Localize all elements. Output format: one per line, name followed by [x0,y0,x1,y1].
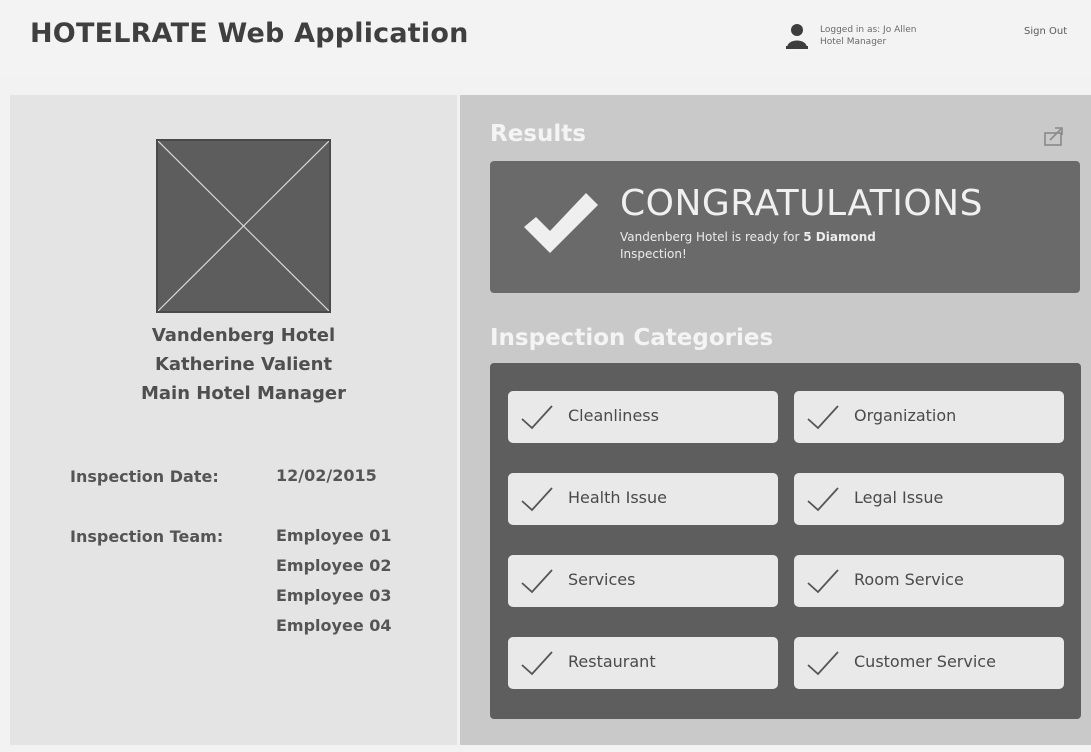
image-placeholder-icon [156,139,331,313]
check-icon [521,569,553,594]
category-restaurant[interactable]: Restaurant [508,637,778,689]
category-label: Health Issue [568,488,667,507]
team-member: Employee 02 [276,556,392,575]
category-health-issue[interactable]: Health Issue [508,473,778,525]
category-label: Customer Service [854,652,996,671]
category-room-service[interactable]: Room Service [794,555,1064,607]
team-member: Employee 01 [276,526,392,545]
check-icon [524,193,598,253]
inspection-team-list: Employee 01 Employee 02 Employee 03 Empl… [276,521,392,641]
check-icon [807,651,839,676]
category-customer-service[interactable]: Customer Service [794,637,1064,689]
category-services[interactable]: Services [508,555,778,607]
congratulations-headline: CONGRATULATIONS [620,183,983,224]
manager-name: Katherine Valient [154,354,333,375]
check-icon [807,487,839,512]
category-legal-issue[interactable]: Legal Issue [794,473,1064,525]
categories-box: Cleanliness Organization Health Issue Le… [490,363,1081,719]
category-organization[interactable]: Organization [794,391,1064,443]
category-label: Room Service [854,570,964,589]
category-label: Legal Issue [854,488,944,507]
results-title: Results [490,121,586,147]
user-role-line: Hotel Manager [820,37,887,47]
message-prefix: Vandenberg Hotel is ready for [620,230,804,244]
manager-title: Main Hotel Manager [141,383,346,404]
top-header: HOTELRATE Web Application Logged in as: … [0,0,1091,78]
message-bold: 5 Diamond [803,230,876,244]
app-title: HOTELRATE Web Application [30,18,469,49]
check-icon [807,405,839,430]
category-label: Cleanliness [568,406,659,425]
results-panel: Results CONGRATULATIONS Vandenberg Hotel… [460,95,1091,745]
check-icon [521,651,553,676]
user-login-line: Logged in as: Jo Allen [820,25,917,35]
profile-details: Vandenberg Hotel Katherine Valient Main … [10,321,477,408]
user-text: Logged in as: Jo Allen Hotel Manager [820,24,990,48]
check-icon [807,569,839,594]
inspection-date-label: Inspection Date: [70,467,219,486]
sign-out-link[interactable]: Sign Out [1024,26,1067,37]
congratulations-message: Vandenberg Hotel is ready for 5 Diamond … [620,229,990,263]
check-icon [521,487,553,512]
congratulations-box: CONGRATULATIONS Vandenberg Hotel is read… [490,161,1080,293]
hotel-name: Vandenberg Hotel [151,325,336,346]
categories-title: Inspection Categories [490,325,774,351]
user-icon [786,24,808,49]
category-label: Restaurant [568,652,656,671]
inspection-date-value: 12/02/2015 [276,466,377,485]
team-member: Employee 04 [276,616,392,635]
category-cleanliness[interactable]: Cleanliness [508,391,778,443]
category-label: Services [568,570,636,589]
check-icon [521,405,553,430]
message-suffix: Inspection! [620,247,687,261]
category-label: Organization [854,406,957,425]
inspection-team-label: Inspection Team: [70,527,224,546]
profile-panel: Vandenberg Hotel Katherine Valient Main … [10,95,457,745]
team-member: Employee 03 [276,586,392,605]
export-icon[interactable] [1043,125,1065,147]
